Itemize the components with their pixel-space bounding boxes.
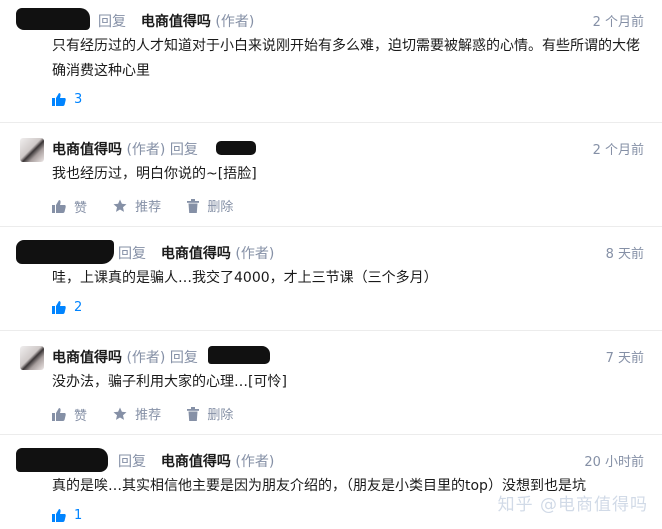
- star-icon: [113, 199, 127, 212]
- recommend-button[interactable]: 推荐: [113, 196, 161, 215]
- comment-time: 2 个月前: [592, 143, 644, 158]
- like-label: 赞: [74, 200, 88, 216]
- delete-label: 删除: [207, 408, 234, 423]
- author-name[interactable]: 电商值得吗: [52, 142, 122, 158]
- recommend-button[interactable]: 推荐: [113, 404, 161, 423]
- divider: [0, 434, 662, 435]
- comment-content: 哇，上课真的是骗人…我交了4000，才上三节课（三个多月）: [52, 270, 438, 286]
- author-tag: (作者): [126, 142, 166, 158]
- trash-icon: [187, 406, 200, 421]
- comment-content: 没办法，骗子利用大家的心理…[可怜]: [52, 374, 287, 390]
- author-tag: (作者): [235, 454, 275, 470]
- author-tag: (作者): [235, 246, 275, 262]
- star-icon: [113, 407, 127, 420]
- reply-label: 回复: [118, 454, 146, 470]
- redacted-username: [16, 448, 108, 472]
- like-count: 3: [74, 92, 83, 107]
- redacted-username: [16, 8, 90, 30]
- redacted-username: [16, 240, 114, 264]
- reply-to-user[interactable]: 电商值得吗: [161, 454, 231, 470]
- thumbs-up-icon: [52, 93, 66, 106]
- like-count: 2: [74, 300, 83, 315]
- like-button[interactable]: 1: [52, 508, 82, 523]
- delete-button[interactable]: 删除: [187, 196, 233, 215]
- like-label: 赞: [74, 408, 88, 424]
- comment-time: 7 天前: [605, 351, 644, 366]
- delete-label: 删除: [207, 200, 234, 215]
- reply-to-user[interactable]: 电商值得吗: [161, 246, 231, 262]
- comment-time: 2 个月前: [592, 15, 644, 30]
- delete-button[interactable]: 删除: [187, 404, 233, 423]
- thumbs-up-icon: [52, 301, 66, 314]
- thumbs-up-icon: [52, 407, 66, 421]
- divider: [0, 330, 662, 331]
- thumbs-up-icon: [52, 509, 66, 522]
- redacted-username: [208, 346, 270, 364]
- divider: [0, 122, 662, 123]
- redacted-username: [216, 141, 256, 155]
- watermark: 知乎 @电商值得吗: [497, 495, 648, 515]
- trash-icon: [187, 198, 200, 213]
- reply-label: 回复: [98, 14, 126, 30]
- reply-label: 回复: [169, 142, 198, 158]
- like-count: 1: [74, 508, 83, 523]
- comment-thread: { "comments": [ { "reply_label": "回复", "…: [0, 0, 662, 529]
- reply-label: 回复: [118, 246, 146, 262]
- like-button[interactable]: 赞: [52, 197, 87, 216]
- thumbs-up-icon: [52, 199, 66, 213]
- author-name[interactable]: 电商值得吗: [52, 350, 122, 366]
- like-button[interactable]: 赞: [52, 405, 87, 424]
- like-button[interactable]: 2: [52, 300, 82, 315]
- divider: [0, 226, 662, 227]
- recommend-label: 推荐: [135, 408, 162, 423]
- reply-label: 回复: [169, 350, 198, 366]
- comment-content: 我也经历过，明白你说的~[捂脸]: [52, 166, 257, 182]
- comment-time: 8 天前: [605, 247, 644, 262]
- comment-content: 只有经历过的人才知道对于小白来说刚开始有多么难，迫切需要被解惑的心情。有些所谓的…: [52, 38, 640, 79]
- reply-to-user[interactable]: 电商值得吗: [141, 14, 211, 30]
- like-button[interactable]: 3: [52, 92, 82, 107]
- author-tag: (作者): [126, 350, 166, 366]
- author-tag: (作者): [215, 14, 255, 30]
- avatar[interactable]: [20, 138, 44, 162]
- recommend-label: 推荐: [135, 200, 162, 215]
- comment-time: 20 小时前: [584, 455, 644, 470]
- avatar[interactable]: [20, 346, 44, 370]
